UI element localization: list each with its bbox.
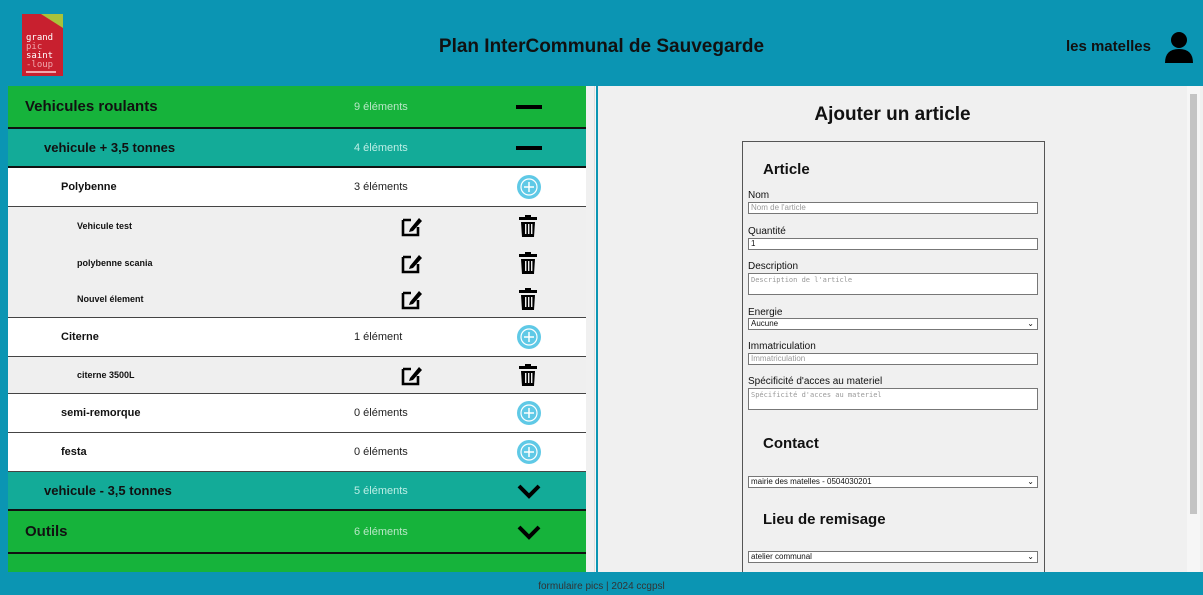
trash-icon[interactable] [518, 251, 538, 274]
row-label: vehicule - 3,5 tonnes [44, 483, 172, 498]
category-tree: Vehicules roulants 9 éléments vehicule + 3… [8, 86, 586, 572]
item-row[interactable]: citerne 3500L [8, 357, 586, 394]
quantite-label: Quantité [748, 226, 786, 237]
add-plus-icon[interactable] [516, 324, 542, 350]
remisage-value: atelier communal [751, 552, 812, 561]
element-count: 9 éléments [354, 100, 408, 113]
article-form: Article Nom Nom de l'article Quantité 1 … [742, 141, 1045, 581]
subcategory-row[interactable]: vehicule + 3,5 tonnes 4 éléments [8, 129, 586, 168]
item-row[interactable]: polybenne scania [8, 244, 586, 281]
row-label: citerne 3500L [77, 370, 135, 380]
acces-label: Spécificité d'acces au materiel [748, 376, 883, 387]
element-count: 4 éléments [354, 141, 408, 154]
trash-icon[interactable] [518, 364, 538, 386]
group-row[interactable]: Citerne 1 élément [8, 318, 586, 357]
trash-icon[interactable] [518, 288, 538, 310]
edit-icon[interactable] [401, 215, 423, 237]
trash-icon[interactable] [518, 214, 538, 237]
row-label: Citerne [61, 331, 99, 343]
scrollbar-thumb[interactable] [1190, 94, 1197, 514]
row-label: Polybenne [61, 181, 117, 193]
row-label: Outils [25, 523, 68, 540]
element-count: 0 éléments [354, 407, 408, 419]
edit-icon[interactable] [401, 288, 423, 310]
category-row[interactable]: Outils 6 éléments [8, 511, 586, 554]
group-row[interactable]: festa 0 éléments [8, 433, 586, 472]
edit-icon[interactable] [401, 364, 423, 386]
add-plus-icon[interactable] [516, 439, 542, 465]
edit-icon[interactable] [401, 252, 423, 274]
category-row[interactable] [8, 554, 586, 572]
group-row[interactable]: Polybenne 3 éléments [8, 168, 586, 207]
row-label: Nouvel élement [77, 294, 144, 304]
immat-input[interactable]: Immatriculation [748, 353, 1038, 365]
item-row[interactable]: Nouvel élement [8, 281, 586, 318]
nom-label: Nom [748, 190, 770, 201]
description-label: Description [748, 261, 799, 272]
chevron-down-icon: ⌄ [1027, 552, 1034, 561]
element-count: 1 élément [354, 331, 403, 343]
logo-line: -loup [26, 60, 54, 70]
footer: formulaire pics | 2024 ccgpsl [0, 572, 1203, 595]
item-row[interactable]: Vehicule test [8, 207, 586, 244]
section-remisage-heading: Lieu de remisage [763, 511, 886, 528]
element-count: 0 éléments [354, 446, 408, 458]
category-row[interactable]: Vehicules roulants 9 éléments [8, 86, 586, 129]
user-name[interactable]: les matelles [1066, 38, 1151, 55]
nom-input[interactable]: Nom de l'article [748, 202, 1038, 214]
element-count: 5 éléments [354, 484, 408, 497]
expand-chevron-icon[interactable] [516, 519, 542, 545]
energie-value: Aucune [751, 319, 779, 328]
element-count: 6 éléments [354, 525, 408, 538]
row-label: Vehicules roulants [25, 98, 158, 115]
row-label: Vehicule test [77, 220, 133, 231]
element-count: 3 éléments [354, 181, 408, 193]
subcategory-row[interactable]: vehicule - 3,5 tonnes 5 éléments [8, 472, 586, 511]
add-article-panel: Ajouter un article Article Nom Nom de l'… [598, 86, 1203, 581]
contact-select[interactable]: mairie des matelles - 0504030201 ⌄ [748, 476, 1038, 488]
chevron-down-icon: ⌄ [1027, 477, 1034, 486]
page-title: Plan InterCommunal de Sauvegarde [438, 36, 765, 57]
add-plus-icon[interactable] [516, 400, 542, 426]
tree-scrollbar[interactable]: ▲ ▼ [594, 86, 596, 572]
description-textarea[interactable]: Description de l'article [748, 273, 1038, 295]
logo-bar [26, 71, 56, 73]
form-scrollbar[interactable] [1187, 86, 1200, 572]
energie-select[interactable]: Aucune ⌄ [748, 318, 1038, 330]
row-label: festa [61, 446, 87, 458]
row-label: polybenne scania [77, 257, 153, 268]
energie-label: Energie [748, 307, 783, 318]
logo-triangle [41, 14, 63, 28]
group-row[interactable]: semi-remorque 0 éléments [8, 394, 586, 433]
collapse-minus-icon[interactable] [516, 94, 542, 120]
collapse-minus-icon[interactable] [516, 135, 542, 161]
user-icon[interactable] [1164, 31, 1194, 63]
chevron-down-icon: ⌄ [1027, 319, 1034, 328]
acces-textarea[interactable]: Spécificité d'acces au materiel [748, 388, 1038, 410]
add-plus-icon[interactable] [516, 174, 542, 200]
section-article-heading: Article [763, 161, 810, 178]
row-label: vehicule + 3,5 tonnes [44, 140, 176, 155]
quantite-input[interactable]: 1 [748, 238, 1038, 250]
immat-label: Immatriculation [748, 341, 816, 352]
category-tree-panel: Vehicules roulants 9 éléments vehicule + 3… [8, 86, 596, 572]
form-title: Ajouter un article [814, 104, 971, 125]
section-contact-heading: Contact [763, 435, 819, 452]
header: grand pic saint -loup Plan InterCommunal… [0, 0, 1203, 86]
contact-value: mairie des matelles - 0504030201 [751, 477, 872, 486]
remisage-select[interactable]: atelier communal ⌄ [748, 551, 1038, 563]
row-label: semi-remorque [61, 407, 141, 419]
expand-chevron-icon[interactable] [516, 478, 542, 504]
